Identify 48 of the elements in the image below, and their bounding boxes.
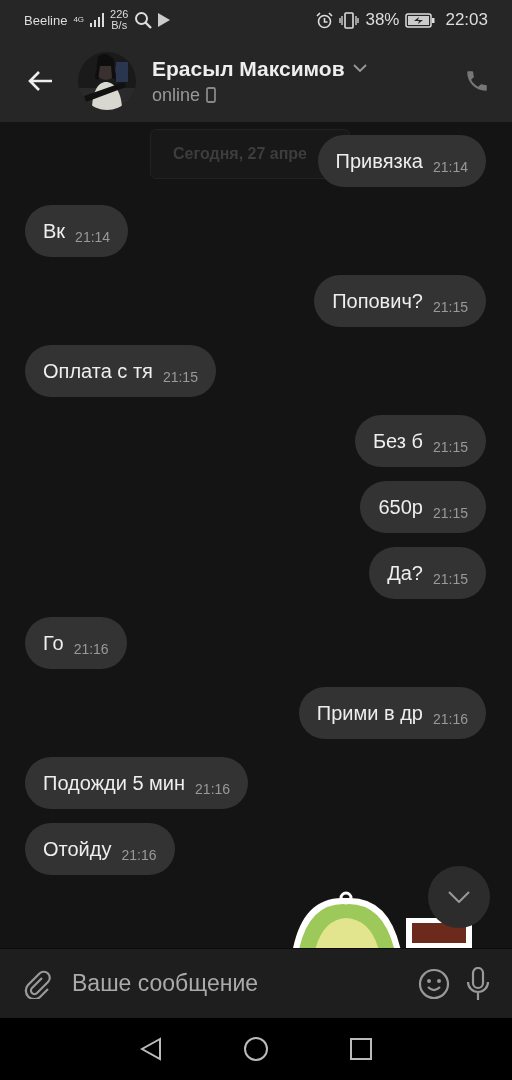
chevron-down-icon[interactable] bbox=[352, 64, 367, 73]
message-text: Го bbox=[43, 631, 64, 656]
recents-nav-icon[interactable] bbox=[349, 1038, 372, 1060]
battery-percent: 38% bbox=[365, 10, 400, 30]
emoji-icon[interactable] bbox=[418, 967, 450, 1000]
message-composer[interactable]: Ваше сообщение bbox=[0, 948, 512, 1018]
message-text: Отойду bbox=[43, 837, 112, 862]
message-text: Да? bbox=[387, 561, 423, 586]
message-text: Без б bbox=[372, 429, 423, 454]
network-type: 4G bbox=[73, 16, 85, 24]
message-time: 21:15 bbox=[432, 439, 468, 455]
message-time: 21:14 bbox=[75, 229, 111, 245]
back-nav-icon[interactable] bbox=[140, 1037, 163, 1061]
carrier: Beeline bbox=[24, 12, 68, 28]
contact-name[interactable]: Ерасыл Максимов bbox=[152, 56, 345, 81]
message-time: 21:15 bbox=[432, 571, 468, 587]
play-icon bbox=[158, 13, 171, 27]
speed-value: 226 bbox=[110, 9, 129, 20]
vibrate-icon bbox=[339, 11, 360, 29]
clock: 22:03 bbox=[445, 10, 488, 30]
message-time: 21:15 bbox=[432, 299, 468, 315]
message-time: 21:14 bbox=[432, 159, 468, 175]
message-text: Оплата с тя bbox=[43, 359, 153, 384]
mobile-icon bbox=[206, 87, 217, 103]
message-text: Привязка bbox=[335, 149, 423, 174]
message-text: Прими в др bbox=[316, 701, 423, 726]
message-time: 21:16 bbox=[73, 641, 109, 657]
presence-status: online bbox=[152, 84, 201, 106]
message-text: Вк bbox=[43, 219, 66, 244]
message-text: Подожди 5 мин bbox=[43, 771, 186, 796]
message-input[interactable]: Ваше сообщение bbox=[68, 963, 402, 1004]
message-time: 21:16 bbox=[195, 781, 231, 797]
message-text: 650р bbox=[378, 495, 423, 520]
home-nav-icon[interactable] bbox=[243, 1036, 269, 1062]
phone-icon[interactable] bbox=[464, 68, 490, 94]
paperclip-icon[interactable] bbox=[22, 968, 52, 999]
microphone-icon[interactable] bbox=[466, 966, 490, 1001]
message-text: Попович? bbox=[332, 289, 423, 314]
signal-icon bbox=[90, 13, 105, 27]
message-time: 21:15 bbox=[162, 369, 198, 385]
alarm-icon bbox=[316, 11, 334, 29]
message-time: 21:16 bbox=[432, 711, 468, 727]
chevron-down-icon bbox=[448, 891, 470, 903]
battery-charging-icon bbox=[405, 12, 436, 28]
search-icon bbox=[134, 11, 153, 29]
message-time: 21:16 bbox=[121, 847, 157, 863]
speed-unit: B/s bbox=[111, 20, 128, 31]
message-time: 21:15 bbox=[432, 505, 468, 521]
